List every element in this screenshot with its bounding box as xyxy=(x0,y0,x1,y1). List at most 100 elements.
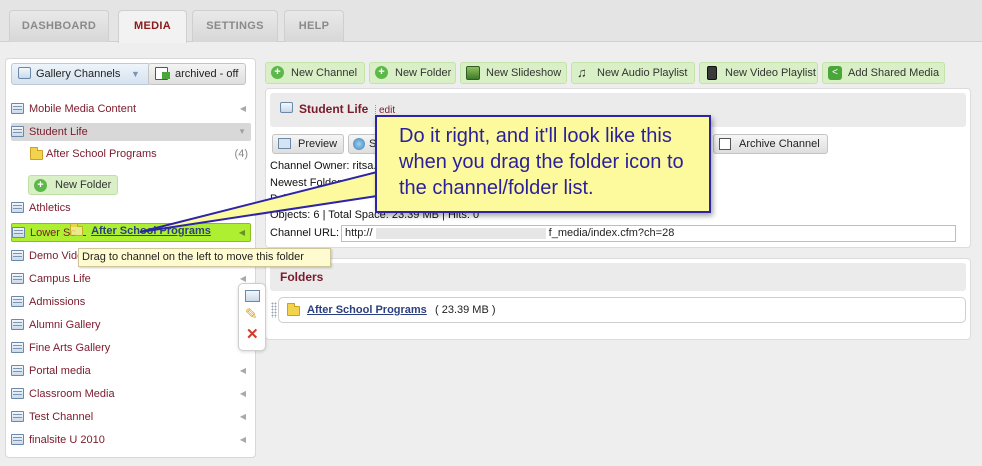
sidebar-item-mobile-media[interactable]: Mobile Media Content ◀ xyxy=(11,100,251,118)
channel-icon xyxy=(11,365,24,376)
plus-icon: + xyxy=(34,179,47,192)
sidebar-item-campus-life[interactable]: Campus Life ◀ xyxy=(11,270,251,288)
new-folder-label: New Folder xyxy=(395,67,452,79)
expand-arrow-icon[interactable]: ◀ xyxy=(240,362,246,380)
sidebar-item-label: Fine Arts Gallery xyxy=(29,342,111,354)
sidebar-item-label: Alumni Gallery xyxy=(29,319,101,331)
preview-icon xyxy=(278,138,291,149)
new-folder-label: New Folder xyxy=(55,179,112,191)
folder-icon xyxy=(70,223,83,237)
film-icon xyxy=(707,66,717,80)
channel-icon xyxy=(11,411,24,422)
settings-button[interactable]: S xyxy=(348,134,378,154)
channel-icon xyxy=(11,319,24,330)
tab-help[interactable]: HELP xyxy=(284,10,344,42)
new-video-playlist-label: New Video Playlist xyxy=(725,67,816,79)
expand-arrow-icon[interactable]: ◀ xyxy=(240,385,246,403)
archive-icon xyxy=(719,138,731,150)
sidebar-item-finalsite-u[interactable]: finalsite U 2010 ◀ xyxy=(11,431,251,449)
new-slideshow-button[interactable]: New Slideshow xyxy=(460,62,567,84)
new-slideshow-label: New Slideshow xyxy=(486,67,562,79)
globe-icon xyxy=(353,138,365,150)
url-start: http:// xyxy=(345,227,373,239)
sidebar-item-label: Demo Vide xyxy=(29,250,84,262)
folder-name-link[interactable]: After School Programs xyxy=(307,298,427,322)
public-status: Publ xyxy=(270,193,293,205)
expand-arrow-icon[interactable]: ◀ xyxy=(240,408,246,426)
channel-icon xyxy=(11,126,24,137)
sidebar-new-folder-button[interactable]: + New Folder xyxy=(28,175,118,195)
archive-channel-button[interactable]: Archive Channel xyxy=(713,134,828,154)
channel-icon xyxy=(11,250,24,261)
folders-heading: Folders xyxy=(270,263,966,291)
folder-size: ( 23.39 MB ) xyxy=(435,304,496,316)
expand-arrow-icon[interactable]: ◀ xyxy=(240,100,246,118)
channel-icon xyxy=(11,388,24,399)
drag-tooltip: Drag to channel on the left to move this… xyxy=(78,248,331,267)
preview-label: Preview xyxy=(298,138,338,150)
gallery-channels-dropdown[interactable]: Gallery Channels ▼ xyxy=(11,63,151,85)
add-shared-media-label: Add Shared Media xyxy=(848,67,940,79)
pencil-icon[interactable]: ✎ xyxy=(245,307,258,323)
new-audio-playlist-label: New Audio Playlist xyxy=(597,67,688,79)
sidebar-item-label: Portal media xyxy=(29,365,91,377)
sidebar-item-label: Admissions xyxy=(29,296,86,308)
sidebar-item-athletics[interactable]: Athletics ◀ xyxy=(11,199,251,217)
sidebar-item-alumni-gallery[interactable]: Alumni Gallery xyxy=(11,316,251,334)
sidebar-item-student-life[interactable]: Student Life ▼ xyxy=(11,123,251,141)
folder-icon xyxy=(30,147,43,160)
collapse-arrow-icon[interactable]: ▼ xyxy=(238,123,246,141)
new-video-playlist-button[interactable]: New Video Playlist xyxy=(699,62,818,84)
callout-note: Do it right, and it'll look like this wh… xyxy=(375,115,711,213)
sidebar-item-label: Student Life xyxy=(29,126,88,138)
sidebar-item-label: Mobile Media Content xyxy=(29,103,137,115)
expand-arrow-icon[interactable]: ◀ xyxy=(240,431,246,449)
tab-settings[interactable]: SETTINGS xyxy=(192,10,278,42)
expand-arrow-icon[interactable]: ◀ xyxy=(240,199,246,217)
sidebar-item-fine-arts[interactable]: Fine Arts Gallery xyxy=(11,339,251,357)
channel-url-field[interactable]: http:// f_media/index.cfm?ch=28 xyxy=(341,225,956,242)
sidebar-item-classroom-media[interactable]: Classroom Media ◀ xyxy=(11,385,251,403)
sidebar-item-admissions[interactable]: Admissions xyxy=(11,293,251,311)
sidebar-item-label: Classroom Media xyxy=(29,388,115,400)
drag-handle-icon[interactable] xyxy=(271,302,277,318)
delete-icon[interactable]: ✕ xyxy=(246,327,259,343)
folder-row[interactable]: After School Programs ( 23.39 MB ) xyxy=(271,297,966,323)
gallery-icon xyxy=(18,67,31,79)
folder-icon xyxy=(287,303,300,316)
channel-icon xyxy=(11,296,24,307)
sidebar-item-label: Test Channel xyxy=(29,411,94,423)
channel-icon xyxy=(11,202,24,213)
tab-media[interactable]: MEDIA xyxy=(118,10,187,43)
sidebar-item-portal-media[interactable]: Portal media ◀ xyxy=(11,362,251,380)
channel-icon xyxy=(11,273,24,284)
add-shared-media-button[interactable]: < Add Shared Media xyxy=(822,62,945,84)
channel-icon xyxy=(11,434,24,445)
drag-ghost: After School Programs xyxy=(70,223,211,241)
share-icon: < xyxy=(828,66,842,80)
sidebar-item-label: Campus Life xyxy=(29,273,91,285)
sidebar-item-test-channel[interactable]: Test Channel ◀ xyxy=(11,408,251,426)
sidebar-subitem-after-school[interactable]: After School Programs (4) xyxy=(28,145,251,163)
sidebar-item-label: After School Programs xyxy=(46,148,157,160)
channel-icon xyxy=(280,102,293,113)
folder-count: (4) xyxy=(234,148,248,160)
plus-icon: + xyxy=(375,66,388,79)
preview-button[interactable]: Preview xyxy=(272,134,344,154)
channel-owner: Channel Owner: ritsa. xyxy=(270,160,377,172)
new-channel-button[interactable]: + New Channel xyxy=(265,62,365,84)
tab-bar: DASHBOARD MEDIA SETTINGS HELP xyxy=(0,0,982,43)
window-icon[interactable] xyxy=(245,290,260,302)
expand-arrow-icon[interactable]: ◀ xyxy=(239,224,245,242)
new-audio-playlist-button[interactable]: ♫ New Audio Playlist xyxy=(571,62,695,84)
tab-dashboard[interactable]: DASHBOARD xyxy=(9,10,109,42)
new-folder-button[interactable]: + New Folder xyxy=(369,62,456,84)
archived-toggle[interactable]: archived - off xyxy=(148,63,246,85)
url-end: f_media/index.cfm?ch=28 xyxy=(548,227,675,239)
music-note-icon: ♫ xyxy=(577,65,587,80)
sidebar-item-label: finalsite U 2010 xyxy=(29,434,105,446)
new-channel-label: New Channel xyxy=(291,67,358,79)
chevron-down-icon: ▼ xyxy=(131,69,140,79)
newest-folder: Newest Folder: After xyxy=(270,177,370,189)
channel-icon xyxy=(11,103,24,114)
